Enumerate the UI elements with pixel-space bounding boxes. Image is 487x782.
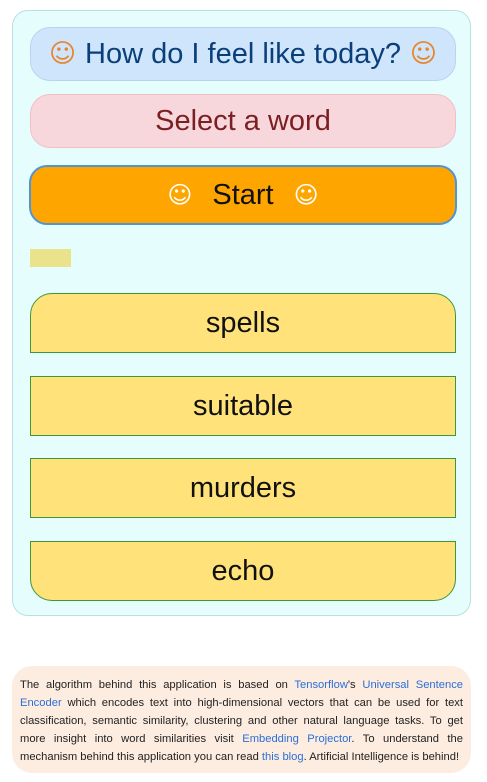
smile-icon: ☺ [167,181,193,209]
game-panel: ☺ How do I feel like today? ☺ Select a w… [12,10,471,616]
word-option-suitable[interactable]: suitable [30,376,456,436]
question-title-bar: ☺ How do I feel like today? ☺ [30,27,456,81]
word-option-label: echo [211,554,275,587]
select-word-prompt: Select a word [30,94,456,148]
word-option-label: spells [205,306,281,339]
footer-text: The algorithm behind this application is… [20,679,295,691]
smile-icon: ☺ [293,181,319,209]
select-word-label: Select a word [155,104,331,137]
word-option-spells[interactable]: spells [30,293,456,353]
word-option-label: suitable [193,389,293,422]
embedding-projector-link[interactable]: Embedding Projector [242,733,351,745]
about-footer: The algorithm behind this application is… [12,666,471,773]
footer-text: . Artificial Intelligence is behind! [303,751,460,763]
start-button[interactable]: ☺ Start ☺ [29,165,457,225]
word-option-echo[interactable]: echo [30,541,456,601]
word-option-label: murders [189,471,297,504]
smile-icon: ☺ [409,39,437,69]
smile-icon: ☺ [49,39,77,69]
blog-link[interactable]: this blog [262,751,304,763]
word-option-murders[interactable]: murders [30,458,456,518]
question-title: How do I feel like today? [85,37,401,70]
progress-indicator [30,249,71,267]
footer-text: 's [347,679,363,691]
tensorflow-link[interactable]: Tensorflow [294,679,347,691]
start-label: Start [212,178,274,211]
